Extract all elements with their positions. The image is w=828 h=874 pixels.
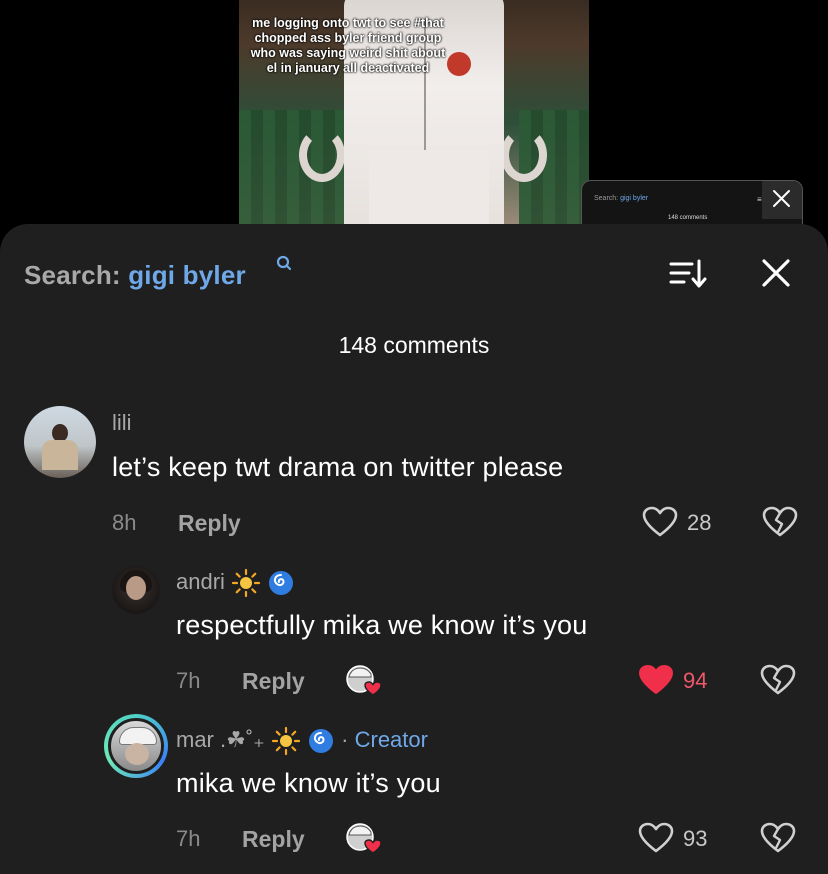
rose-boutonniere — [447, 52, 471, 76]
broken-heart-icon[interactable] — [760, 822, 796, 854]
creator-liked-icon — [346, 665, 382, 696]
mini-search-prefix: Search: — [594, 195, 619, 202]
search-header[interactable]: Search: gigi byler — [24, 260, 246, 291]
comment-text: mika we know it’s you — [176, 768, 441, 798]
badge-separator: · — [341, 726, 349, 752]
heart-icon[interactable] — [638, 822, 674, 854]
comment-time: 8h — [112, 510, 137, 535]
mini-search-label: Search: gigi byler — [594, 195, 648, 202]
comment-text: respectfully mika we know it’s you — [176, 610, 588, 640]
like-count: 93 — [683, 826, 708, 851]
broken-heart-icon[interactable] — [762, 506, 798, 538]
avatar-face — [126, 576, 146, 600]
comment-username[interactable]: lili — [112, 410, 132, 436]
comment-username-row: mar .☘˚₊ · Creator — [176, 726, 428, 756]
mini-close-button[interactable] — [762, 181, 802, 219]
cyclone-emoji — [309, 729, 334, 753]
reply-button[interactable]: Reply — [242, 826, 305, 853]
video-caption: me logging onto twt to see #that chopped… — [250, 16, 446, 75]
sun-emoji — [231, 568, 261, 598]
mini-sort-icon: ≡ — [757, 195, 762, 204]
search-icon[interactable] — [274, 254, 294, 274]
mini-search-term: gigi byler — [620, 195, 649, 202]
reply-button[interactable]: Reply — [178, 510, 241, 537]
lego-legs — [369, 150, 489, 224]
avatar[interactable] — [112, 566, 160, 614]
mini-close-icon — [773, 190, 790, 207]
avatar-face — [125, 743, 149, 765]
like-count: 94 — [683, 668, 708, 693]
comment-count: 148 comments — [338, 332, 490, 358]
comment-username[interactable]: mar .☘˚₊ — [176, 727, 265, 752]
sun-emoji — [271, 726, 301, 756]
search-prefix: Search: — [24, 260, 121, 290]
cyclone-emoji — [269, 571, 294, 595]
lego-hand-right — [501, 128, 547, 182]
close-icon[interactable] — [760, 256, 792, 290]
heart-icon[interactable] — [642, 506, 678, 538]
reply-button[interactable]: Reply — [242, 668, 305, 695]
comment-text: let’s keep twt drama on twitter please — [112, 452, 564, 482]
comment-time: 7h — [176, 668, 201, 693]
creator-liked-icon — [346, 823, 382, 854]
search-term[interactable]: gigi byler — [128, 260, 246, 290]
avatar[interactable] — [24, 406, 96, 478]
avatar-body — [42, 440, 78, 470]
comment-time: 7h — [176, 826, 201, 851]
mini-comment-count: 148 comments — [668, 215, 708, 221]
comment-username-row: andri — [176, 568, 295, 598]
avatar[interactable] — [108, 718, 164, 774]
lego-hand-left — [299, 128, 345, 182]
comment-username[interactable]: andri — [176, 569, 225, 594]
heart-icon[interactable] — [638, 664, 674, 696]
creator-badge: Creator — [354, 726, 428, 752]
broken-heart-icon[interactable] — [760, 664, 796, 696]
like-count: 28 — [687, 510, 712, 535]
sort-icon[interactable] — [668, 256, 708, 292]
